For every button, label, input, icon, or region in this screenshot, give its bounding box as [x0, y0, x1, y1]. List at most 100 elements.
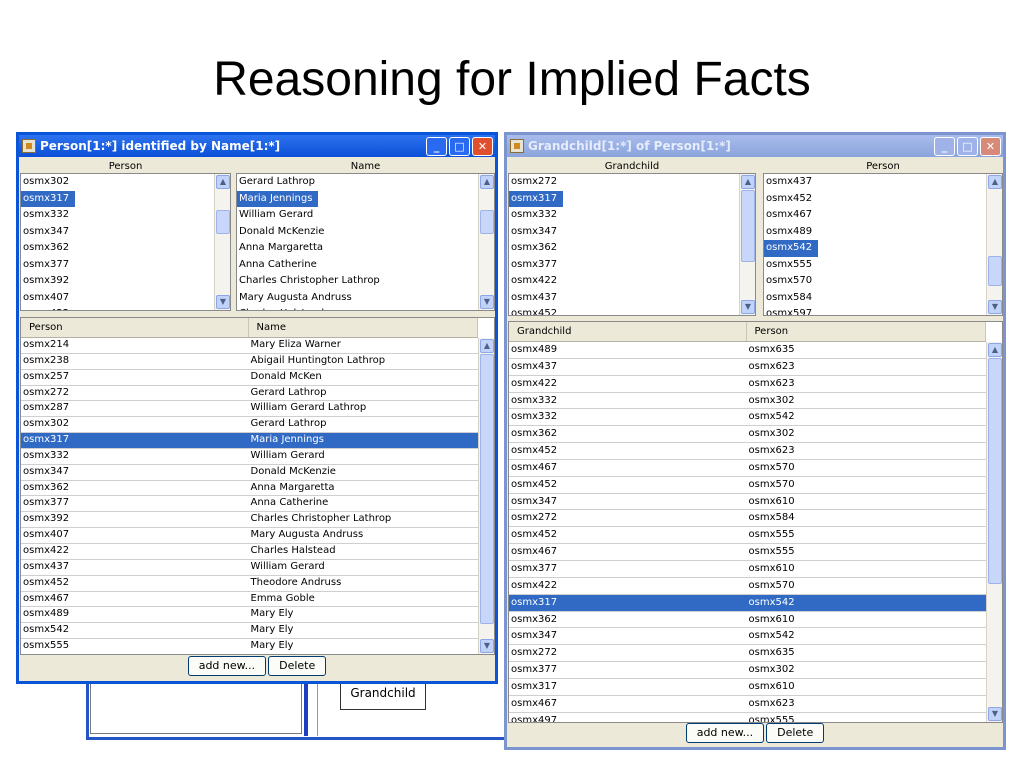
table-row[interactable]: osmx272 Gerard Lathrop: [21, 386, 478, 402]
table-row[interactable]: osmx467 osmx623: [509, 696, 986, 713]
list-item[interactable]: Charles Halstead: [237, 306, 494, 310]
scroll-thumb[interactable]: [216, 210, 230, 234]
list-item[interactable]: osmx407: [21, 290, 230, 307]
scrollbar[interactable]: ▲ ▼: [478, 338, 494, 654]
table-row[interactable]: osmx467 Emma Goble: [21, 592, 478, 608]
scrollbar[interactable]: ▲ ▼: [986, 174, 1002, 315]
table-row[interactable]: osmx555 Mary Ely: [21, 639, 478, 654]
list-item[interactable]: osmx584: [764, 290, 1002, 307]
list-item[interactable]: osmx347: [21, 224, 230, 241]
table-row[interactable]: osmx407 Mary Augusta Andruss: [21, 528, 478, 544]
scroll-up-arrow-icon[interactable]: ▲: [741, 175, 755, 189]
add-new-button[interactable]: add new...: [187, 656, 267, 676]
minimize-button[interactable]: _: [934, 136, 955, 156]
maximize-button[interactable]: □: [957, 136, 978, 156]
list-item[interactable]: Donald McKenzie: [237, 224, 494, 241]
column-header-grandchild[interactable]: Grandchild: [509, 322, 747, 341]
table-row[interactable]: osmx332 William Gerard: [21, 449, 478, 465]
table-row[interactable]: osmx452 osmx570: [509, 477, 986, 494]
list-item[interactable]: osmx452: [764, 191, 1002, 208]
person-list[interactable]: osmx302 osmx317 osmx332 osmx347 osmx362 osmx3…: [20, 173, 231, 311]
table-row[interactable]: osmx542 Mary Ely: [21, 623, 478, 640]
scroll-thumb[interactable]: [741, 190, 755, 262]
list-item[interactable]: Charles Christopher Lathrop: [237, 273, 494, 290]
list-item[interactable]: osmx437: [764, 174, 1002, 191]
list-item[interactable]: osmx377: [509, 257, 755, 274]
table-row[interactable]: osmx452 osmx623: [509, 443, 986, 460]
title-bar[interactable]: Person[1:*] identified by Name[1:*] _ □ …: [19, 135, 495, 157]
table-row[interactable]: osmx452 osmx555: [509, 527, 986, 545]
list-item[interactable]: osmx422: [21, 306, 230, 310]
scrollbar[interactable]: ▲ ▼: [478, 174, 494, 310]
list-item[interactable]: osmx272: [509, 174, 755, 191]
table-row[interactable]: osmx317 Maria Jennings: [21, 433, 478, 449]
table-row[interactable]: osmx317 osmx542: [509, 594, 986, 612]
scroll-down-arrow-icon[interactable]: ▼: [741, 300, 755, 314]
table-row[interactable]: osmx392 Charles Christopher Lathrop: [21, 512, 478, 529]
scroll-thumb[interactable]: [988, 256, 1002, 286]
column-header-name[interactable]: Name: [249, 318, 478, 337]
scroll-up-arrow-icon[interactable]: ▲: [480, 339, 494, 353]
close-button[interactable]: ✕: [980, 136, 1001, 156]
table-row[interactable]: osmx332 osmx542: [509, 409, 986, 427]
table-row[interactable]: osmx377 osmx610: [509, 561, 986, 578]
table-row[interactable]: osmx362 Anna Margaretta: [21, 481, 478, 497]
list-item[interactable]: osmx362: [21, 240, 230, 257]
table-row[interactable]: osmx422 osmx623: [509, 376, 986, 393]
person-list[interactable]: osmx437 osmx452 osmx467 osmx489 osmx542 osmx5…: [763, 173, 1003, 316]
table-row[interactable]: osmx257 Donald McKen: [21, 370, 478, 386]
list-item[interactable]: osmx555: [764, 257, 1002, 274]
list-item[interactable]: Anna Catherine: [237, 257, 494, 274]
list-item[interactable]: osmx570: [764, 273, 1002, 290]
table-row[interactable]: osmx238 Abigail Huntington Lathrop: [21, 354, 478, 370]
list-item[interactable]: osmx467: [764, 207, 1002, 224]
scroll-thumb[interactable]: [480, 354, 494, 624]
add-new-button[interactable]: add new...: [685, 723, 765, 743]
list-item[interactable]: Gerard Lathrop: [237, 174, 494, 191]
scroll-down-arrow-icon[interactable]: ▼: [988, 300, 1002, 314]
scroll-up-arrow-icon[interactable]: ▲: [988, 343, 1002, 357]
table-row[interactable]: osmx377 osmx302: [509, 662, 986, 679]
table-row[interactable]: osmx362 osmx302: [509, 426, 986, 444]
delete-button[interactable]: Delete: [268, 656, 327, 676]
scroll-down-arrow-icon[interactable]: ▼: [988, 707, 1002, 721]
table-row[interactable]: osmx377 Anna Catherine: [21, 496, 478, 513]
table-row[interactable]: osmx332 osmx302: [509, 393, 986, 410]
table-row[interactable]: osmx272 osmx584: [509, 510, 986, 528]
table-row[interactable]: osmx347 Donald McKenzie: [21, 465, 478, 481]
name-list[interactable]: Gerard Lathrop Maria Jennings William Gera…: [236, 173, 495, 311]
table-row[interactable]: osmx287 William Gerard Lathrop: [21, 401, 478, 418]
list-item[interactable]: osmx489: [764, 224, 1002, 241]
table-row[interactable]: osmx317 osmx610: [509, 679, 986, 696]
table-row[interactable]: osmx489 Mary Ely: [21, 607, 478, 624]
table-row[interactable]: osmx437 osmx623: [509, 359, 986, 376]
list-item[interactable]: osmx597: [764, 306, 1002, 315]
list-item[interactable]: William Gerard: [237, 207, 494, 224]
table-row[interactable]: osmx347 osmx610: [509, 494, 986, 511]
list-item[interactable]: osmx452: [509, 306, 755, 315]
table-row[interactable]: osmx452 Theodore Andruss: [21, 576, 478, 592]
list-item[interactable]: Anna Margaretta: [237, 240, 494, 257]
list-item[interactable]: osmx347: [509, 224, 755, 241]
list-item[interactable]: Mary Augusta Andruss: [237, 290, 494, 307]
column-header-person[interactable]: Person: [21, 318, 249, 337]
list-item[interactable]: osmx362: [509, 240, 755, 257]
scrollbar[interactable]: ▲ ▼: [739, 174, 755, 315]
table-row[interactable]: osmx467 osmx555: [509, 544, 986, 561]
minimize-button[interactable]: _: [426, 136, 447, 156]
grandchild-list[interactable]: osmx272 osmx317 osmx332 osmx347 osmx362 osmx3…: [508, 173, 756, 316]
list-item[interactable]: osmx392: [21, 273, 230, 290]
scroll-thumb[interactable]: [480, 210, 494, 234]
list-item[interactable]: Maria Jennings: [237, 190, 319, 207]
scrollbar[interactable]: ▲ ▼: [214, 174, 230, 310]
scroll-up-arrow-icon[interactable]: ▲: [480, 175, 494, 189]
table-row[interactable]: osmx422 Charles Halstead: [21, 544, 478, 560]
list-item[interactable]: osmx317: [21, 190, 76, 207]
table-row[interactable]: osmx437 William Gerard: [21, 560, 478, 576]
list-item[interactable]: osmx332: [509, 207, 755, 224]
list-item[interactable]: osmx377: [21, 257, 230, 274]
delete-button[interactable]: Delete: [766, 723, 825, 743]
list-item[interactable]: osmx302: [21, 174, 230, 191]
table-row[interactable]: osmx362 osmx610: [509, 612, 986, 629]
list-item[interactable]: osmx437: [509, 290, 755, 307]
